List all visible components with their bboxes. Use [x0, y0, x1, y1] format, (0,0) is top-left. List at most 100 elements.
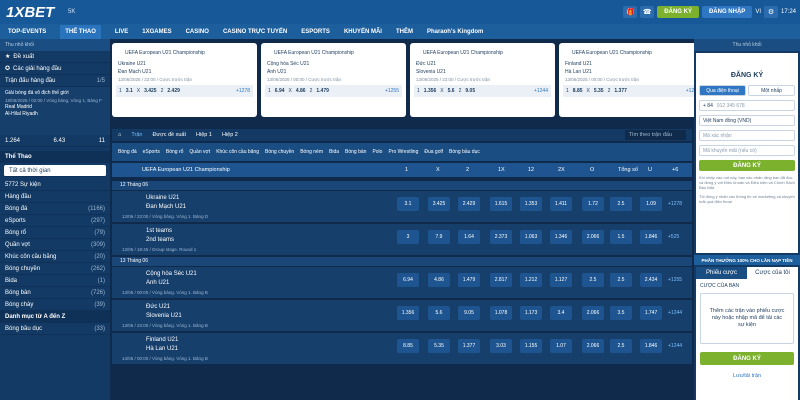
odds-cell[interactable]: 3.5: [610, 306, 632, 320]
register-button[interactable]: ĐĂNG KÝ: [657, 6, 699, 18]
more-link[interactable]: +1278: [668, 201, 682, 207]
featured-card[interactable]: UEFA European U21 Championship Ukraine U2…: [112, 43, 257, 117]
sidebar-sport[interactable]: eSports (297): [0, 215, 110, 227]
odds-cell[interactable]: 2.066: [582, 306, 604, 320]
gift-icon[interactable]: 🎁: [623, 6, 638, 18]
nav-live[interactable]: LIVE: [115, 29, 128, 35]
more-link[interactable]: +1244: [668, 310, 682, 316]
save-load-link[interactable]: Lưu/tải trận: [696, 373, 798, 379]
more-markets-link[interactable]: +1255: [385, 88, 399, 94]
sport-filter[interactable]: Bóng ném: [300, 149, 323, 155]
odds-cell[interactable]: 1.078: [490, 306, 512, 320]
sport-filter[interactable]: Bóng chuyền: [265, 149, 294, 155]
sidebar-sport-rugby[interactable]: Bóng bầu dục (33): [0, 323, 110, 335]
nav-top-events[interactable]: TOP-EVENTS: [8, 29, 46, 35]
odds-cell[interactable]: 1.155: [520, 339, 542, 353]
odds-value[interactable]: 3.1: [126, 88, 133, 94]
mini-match[interactable]: Giải bóng đá vô địch thế giới 18/06/2025…: [0, 87, 110, 135]
time-filter[interactable]: Tất cả thời gian: [4, 165, 106, 177]
sidebar-sport[interactable]: Bóng chày (39): [0, 299, 110, 311]
featured-card[interactable]: UEFA European U21 Championship Cộng hòa S…: [261, 43, 406, 117]
odds-value[interactable]: 1.356: [424, 88, 437, 94]
odds-cell[interactable]: 5.6: [428, 306, 450, 320]
more-link[interactable]: +1255: [668, 277, 682, 283]
phone-icon[interactable]: ☎: [640, 6, 655, 18]
odds-cell[interactable]: 2.066: [582, 230, 604, 244]
promo-banner[interactable]: PHẦN THƯỞNG 100% CHO LẦN NẠP TIỀN: [694, 255, 800, 265]
odds-cell[interactable]: 2.434: [640, 273, 662, 287]
bonus-label[interactable]: 5K: [68, 9, 75, 15]
sidebar-item-top-leagues[interactable]: ✪ Các giải hàng đầu: [0, 63, 110, 75]
table-row[interactable]: 1st teams 2nd teams 12/06 / 18:45 / Group …: [112, 224, 692, 256]
odds-cell[interactable]: 6.94: [397, 273, 419, 287]
odds-cell[interactable]: 1.063: [520, 230, 542, 244]
sport-filter[interactable]: Bóng bàn: [345, 149, 366, 155]
odds-cell[interactable]: 5.35: [428, 339, 450, 353]
odds-cell[interactable]: 3.03: [490, 339, 512, 353]
odds-value[interactable]: 1.377: [614, 88, 627, 94]
sidebar-sport[interactable]: Bóng đá (1166): [0, 203, 110, 215]
tab-half2[interactable]: Hiệp 2: [222, 132, 238, 138]
odds-value[interactable]: 4.86: [296, 88, 306, 94]
nav-casino[interactable]: CASINO: [186, 29, 209, 35]
sport-filter[interactable]: Pro Wrestling: [388, 149, 418, 155]
more-link[interactable]: +1244: [668, 343, 682, 349]
sidebar-item-recommended[interactable]: ★ Đề xuất: [0, 51, 110, 63]
odds-cell[interactable]: 8.85: [397, 339, 419, 353]
sidebar-sport[interactable]: Khúc côn cầu băng (20): [0, 251, 110, 263]
sidebar-sport[interactable]: Quần vợt (309): [0, 239, 110, 251]
sidebar-item-top-matches[interactable]: Trận đấu hàng đầu 1/5: [0, 75, 110, 87]
featured-card[interactable]: UEFA European U21 Championship Finland U2…: [559, 43, 704, 117]
sport-filter[interactable]: Bóng bầu dục: [449, 149, 480, 155]
odds-cell[interactable]: 1.353: [520, 197, 542, 211]
promo-field[interactable]: Mã khuyến mãi (nếu có): [699, 145, 795, 156]
tab-one-click[interactable]: Một nhấp: [748, 85, 795, 96]
sport-filter[interactable]: Quần vợt: [189, 149, 210, 155]
odds-cell[interactable]: 3.425: [428, 197, 450, 211]
odds-cell[interactable]: 4.86: [428, 273, 450, 287]
odds-cell[interactable]: 3.1: [397, 197, 419, 211]
sidebar-sport[interactable]: Bida (1): [0, 275, 110, 287]
odds-cell[interactable]: 1.64: [458, 230, 480, 244]
odds-cell[interactable]: 1.356: [397, 306, 419, 320]
nav-pharaohs-kingdom[interactable]: Pharaoh's Kingdom: [427, 29, 483, 35]
odds-cell[interactable]: 2.5: [610, 273, 632, 287]
odds-cell[interactable]: 1.747: [640, 306, 662, 320]
odds-value[interactable]: 5.6: [448, 88, 455, 94]
table-row[interactable]: Cộng hòa Séc U21 Anh U21 13/06 / 00:00 / V…: [112, 267, 692, 299]
odds-cell[interactable]: 2.5: [582, 273, 604, 287]
odds-cell[interactable]: 1.846: [640, 339, 662, 353]
odds-value[interactable]: 1.479: [316, 88, 329, 94]
odds-cell[interactable]: 2.429: [458, 197, 480, 211]
odds-value[interactable]: 3.425: [144, 88, 157, 94]
odds-cell[interactable]: 1.346: [550, 230, 572, 244]
tab-bet-slip[interactable]: Phiếu cược: [696, 267, 747, 279]
more-markets-link[interactable]: +1244: [534, 88, 548, 94]
table-row[interactable]: Đức U21 Slovenia U21 13/06 / 22:00 / Vòng …: [112, 300, 692, 332]
odds-cell[interactable]: 1.411: [550, 197, 572, 211]
sport-filter[interactable]: Đua golf: [424, 149, 443, 155]
nav-promotions[interactable]: KHUYẾN MÃI: [344, 29, 382, 35]
nav-1xgames[interactable]: 1XGAMES: [142, 29, 171, 35]
tab-matches[interactable]: Trận: [131, 132, 142, 138]
sidebar-sport[interactable]: Bóng rổ (79): [0, 227, 110, 239]
tab-recommended[interactable]: Được đề xuất: [152, 132, 186, 138]
odds-cell[interactable]: 1.173: [520, 306, 542, 320]
slip-register-button[interactable]: ĐĂNG KÝ: [700, 352, 794, 365]
odds-cell[interactable]: 1.127: [550, 273, 572, 287]
odds-value[interactable]: 6.94: [275, 88, 285, 94]
odds-cell[interactable]: 2.066: [582, 339, 604, 353]
brand-logo[interactable]: 1XBET: [6, 4, 68, 21]
odds-cell[interactable]: 7.9: [428, 230, 450, 244]
consent-checkbox[interactable]: Tôi đồng ý nhận các thông tin về marketi…: [699, 194, 795, 204]
nav-live-casino[interactable]: CASINO TRỰC TUYẾN: [223, 29, 287, 35]
odds-cell[interactable]: 2.817: [490, 273, 512, 287]
odds-cell[interactable]: 1.5: [610, 230, 632, 244]
odds-cell[interactable]: 1.479: [458, 273, 480, 287]
odds-value[interactable]: 9.05: [465, 88, 475, 94]
tab-my-bets[interactable]: Cược của tôi: [747, 267, 798, 279]
odds-cell[interactable]: 2.373: [490, 230, 512, 244]
table-row[interactable]: Ukraine U21 Đan Mạch U21 12/06 / 22:00 / V…: [112, 191, 692, 223]
odds-cell[interactable]: 1.377: [458, 339, 480, 353]
sidebar-sport[interactable]: Bóng chuyền (262): [0, 263, 110, 275]
